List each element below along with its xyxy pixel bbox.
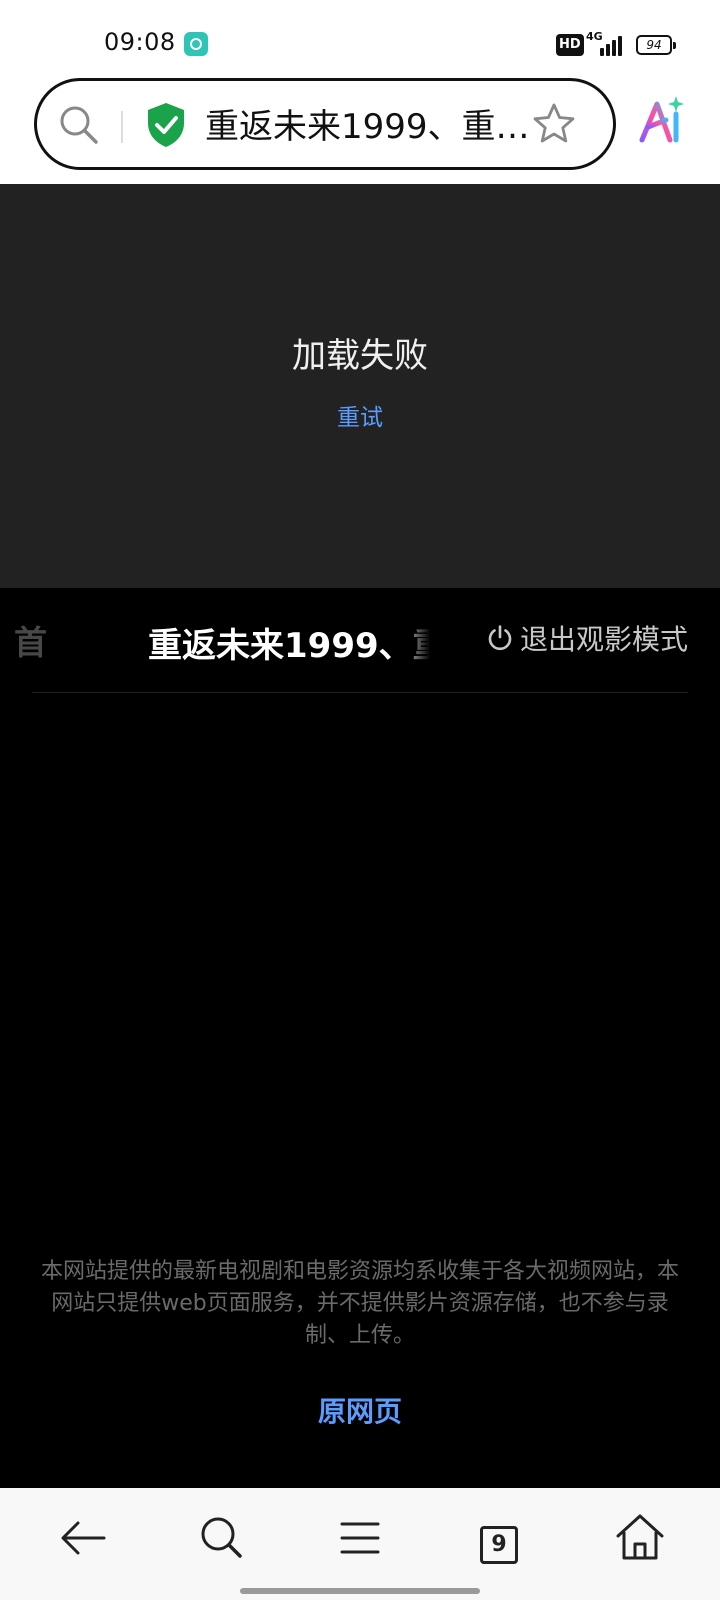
disclaimer-text: 本网站提供的最新电视剧和电影资源均系收集于各大视频网站，本网站只提供web页面服… (40, 1259, 679, 1348)
ai-assistant-icon[interactable] (636, 94, 686, 146)
exit-viewing-mode-label: 退出观影模式 (520, 623, 689, 656)
search-icon[interactable] (194, 1510, 250, 1566)
home-icon[interactable] (612, 1510, 668, 1566)
exit-viewing-mode-button[interactable]: 退出观影模式 (486, 616, 688, 660)
app-notification-icon (184, 32, 208, 56)
address-bar[interactable]: 重返未来1999、重… (34, 78, 616, 170)
tabs-icon[interactable]: 9 (480, 1526, 518, 1564)
divider (32, 692, 688, 693)
battery-icon: 94 (636, 35, 676, 55)
browser-toolbar: 重返未来1999、重… (0, 72, 720, 184)
search-icon[interactable] (57, 103, 101, 147)
signal-icon (598, 34, 624, 56)
status-time: 09:08 (104, 28, 176, 56)
address-divider (121, 111, 123, 143)
title-row: 首 重返未来1999、重 退出观影模式 (0, 588, 720, 693)
retry-button[interactable]: 重试 (0, 398, 720, 432)
hd-badge: HD (556, 34, 584, 56)
power-icon (488, 625, 512, 651)
original-page-link[interactable]: 原网页 (0, 1390, 720, 1430)
load-failed-text: 加载失败 (292, 336, 428, 376)
shield-check-icon[interactable] (145, 101, 187, 149)
home-indicator[interactable] (240, 1588, 480, 1594)
previous-title-fragment[interactable]: 首 (14, 616, 50, 664)
url-text[interactable]: 重返未来1999、重… (205, 105, 527, 149)
menu-icon[interactable] (332, 1510, 388, 1566)
status-bar: 09:08 HD 4G 94 (0, 0, 720, 72)
video-player[interactable]: 加载失败 重试 (0, 184, 720, 588)
bottom-navigation: 9 (0, 1488, 720, 1600)
star-icon[interactable] (531, 101, 577, 147)
back-arrow-icon[interactable] (56, 1510, 112, 1566)
video-title: 重返未来1999、重 (148, 626, 430, 666)
